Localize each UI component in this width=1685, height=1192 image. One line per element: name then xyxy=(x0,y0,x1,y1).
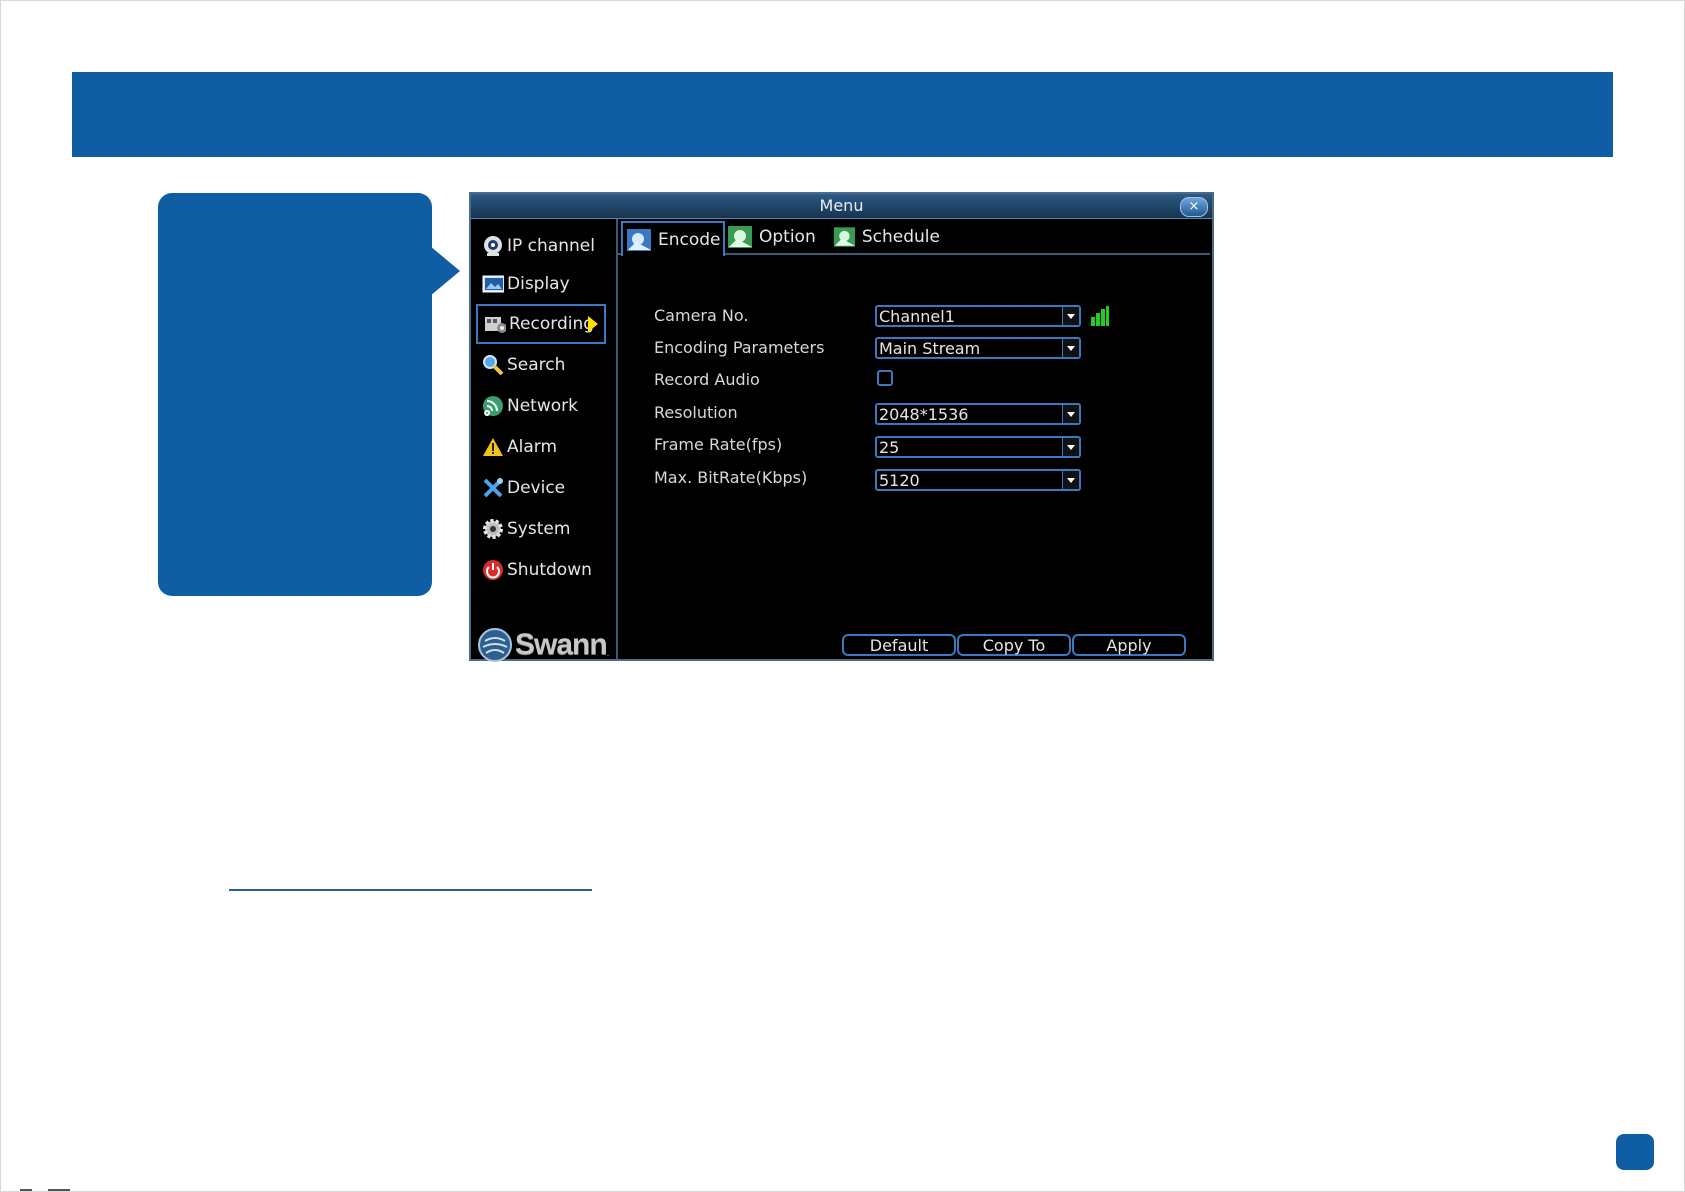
swann-globe-icon xyxy=(478,628,512,662)
sidebar-item-network[interactable]: Network xyxy=(476,388,606,424)
sidebar-item-label: Network xyxy=(507,396,578,416)
dvr-menu-window: Menu × IP channel Display Recording Sear… xyxy=(469,192,1214,662)
chevron-down-icon[interactable] xyxy=(1062,307,1079,325)
default-button[interactable]: Default xyxy=(842,634,956,656)
display-icon xyxy=(482,273,504,295)
swann-trademark: . xyxy=(606,648,610,658)
ip-camera-icon xyxy=(482,235,504,257)
window-titlebar: Menu × xyxy=(471,194,1212,219)
select-value: 5120 xyxy=(879,471,920,490)
chevron-down-icon[interactable] xyxy=(1062,339,1079,357)
tab-label: Schedule xyxy=(861,227,940,247)
footer-mark xyxy=(48,1189,70,1191)
chevron-down-icon[interactable] xyxy=(1062,438,1079,456)
chevron-down-icon[interactable] xyxy=(1062,471,1079,489)
underline-link[interactable] xyxy=(229,889,592,891)
sidebar-item-label: Device xyxy=(507,478,566,498)
record-audio-checkbox[interactable] xyxy=(877,370,893,386)
sidebar-item-label: IP channel xyxy=(507,236,595,256)
system-gear-icon xyxy=(482,518,504,540)
select-value: Main Stream xyxy=(879,339,981,358)
apply-button[interactable]: Apply xyxy=(1072,634,1186,656)
select-value: Channel1 xyxy=(879,307,955,326)
encoding-parameters-select[interactable]: Main Stream xyxy=(875,337,1081,359)
resolution-select[interactable]: 2048*1536 xyxy=(875,403,1081,425)
swann-logo: Swann . xyxy=(477,627,609,663)
selected-arrow-icon xyxy=(588,316,598,332)
frame-rate-label: Frame Rate(fps) xyxy=(654,435,783,454)
close-icon: × xyxy=(1188,199,1200,214)
swann-logo-text: Swann xyxy=(515,628,608,661)
header-band xyxy=(72,72,1613,157)
signal-strength-icon xyxy=(1091,306,1109,326)
sidebar-item-label: Alarm xyxy=(507,437,558,457)
chevron-down-icon[interactable] xyxy=(1062,405,1079,423)
sidebar-item-ip-channel[interactable]: IP channel xyxy=(476,228,606,264)
tab-schedule[interactable]: Schedule xyxy=(830,221,940,253)
sidebar-item-recording[interactable]: Recording xyxy=(476,304,606,344)
network-icon xyxy=(482,395,504,417)
footer-mark xyxy=(20,1189,32,1191)
sidebar-item-shutdown[interactable]: Shutdown xyxy=(476,552,606,588)
resolution-label: Resolution xyxy=(654,403,738,422)
sidebar-item-alarm[interactable]: Alarm xyxy=(476,429,606,465)
search-icon xyxy=(482,354,504,376)
sidebar-item-label: Shutdown xyxy=(507,560,592,580)
sidebar-item-label: Search xyxy=(507,355,566,375)
tab-option[interactable]: Option xyxy=(724,221,820,253)
callout-pointer xyxy=(430,246,460,296)
camera-no-label: Camera No. xyxy=(654,306,749,325)
sidebar-item-device[interactable]: Device xyxy=(476,470,606,506)
tab-bar: Encode Option Schedule xyxy=(618,219,1210,256)
select-value: 25 xyxy=(879,438,900,457)
max-bitrate-label: Max. BitRate(Kbps) xyxy=(654,468,808,487)
sidebar-item-label: Display xyxy=(507,274,570,294)
copy-to-button[interactable]: Copy To xyxy=(957,634,1071,656)
camera-tab-icon xyxy=(833,227,855,247)
recording-icon xyxy=(484,313,506,335)
frame-rate-select[interactable]: 25 xyxy=(875,436,1081,458)
tab-label: Option xyxy=(759,227,816,247)
record-audio-label: Record Audio xyxy=(654,370,760,389)
sidebar: IP channel Display Recording Search Netw… xyxy=(471,219,618,662)
window-title: Menu xyxy=(819,196,864,215)
tab-encode[interactable]: Encode xyxy=(621,221,725,256)
page-number-badge xyxy=(1616,1134,1654,1170)
camera-tab-icon xyxy=(627,228,651,251)
camera-no-select[interactable]: Channel1 xyxy=(875,305,1081,327)
camera-tab-icon xyxy=(728,226,752,248)
device-icon xyxy=(482,477,504,499)
sidebar-item-system[interactable]: System xyxy=(476,511,606,547)
callout-box xyxy=(158,193,432,596)
sidebar-item-search[interactable]: Search xyxy=(476,347,606,383)
max-bitrate-select[interactable]: 5120 xyxy=(875,469,1081,491)
close-button[interactable]: × xyxy=(1180,197,1208,217)
encoding-parameters-label: Encoding Parameters xyxy=(654,338,825,357)
select-value: 2048*1536 xyxy=(879,405,969,424)
sidebar-item-label: System xyxy=(507,519,571,539)
sidebar-item-label: Recording xyxy=(509,314,595,334)
power-icon xyxy=(482,559,504,581)
tab-label: Encode xyxy=(658,229,721,250)
alarm-icon xyxy=(482,436,504,458)
sidebar-item-display[interactable]: Display xyxy=(476,266,606,302)
